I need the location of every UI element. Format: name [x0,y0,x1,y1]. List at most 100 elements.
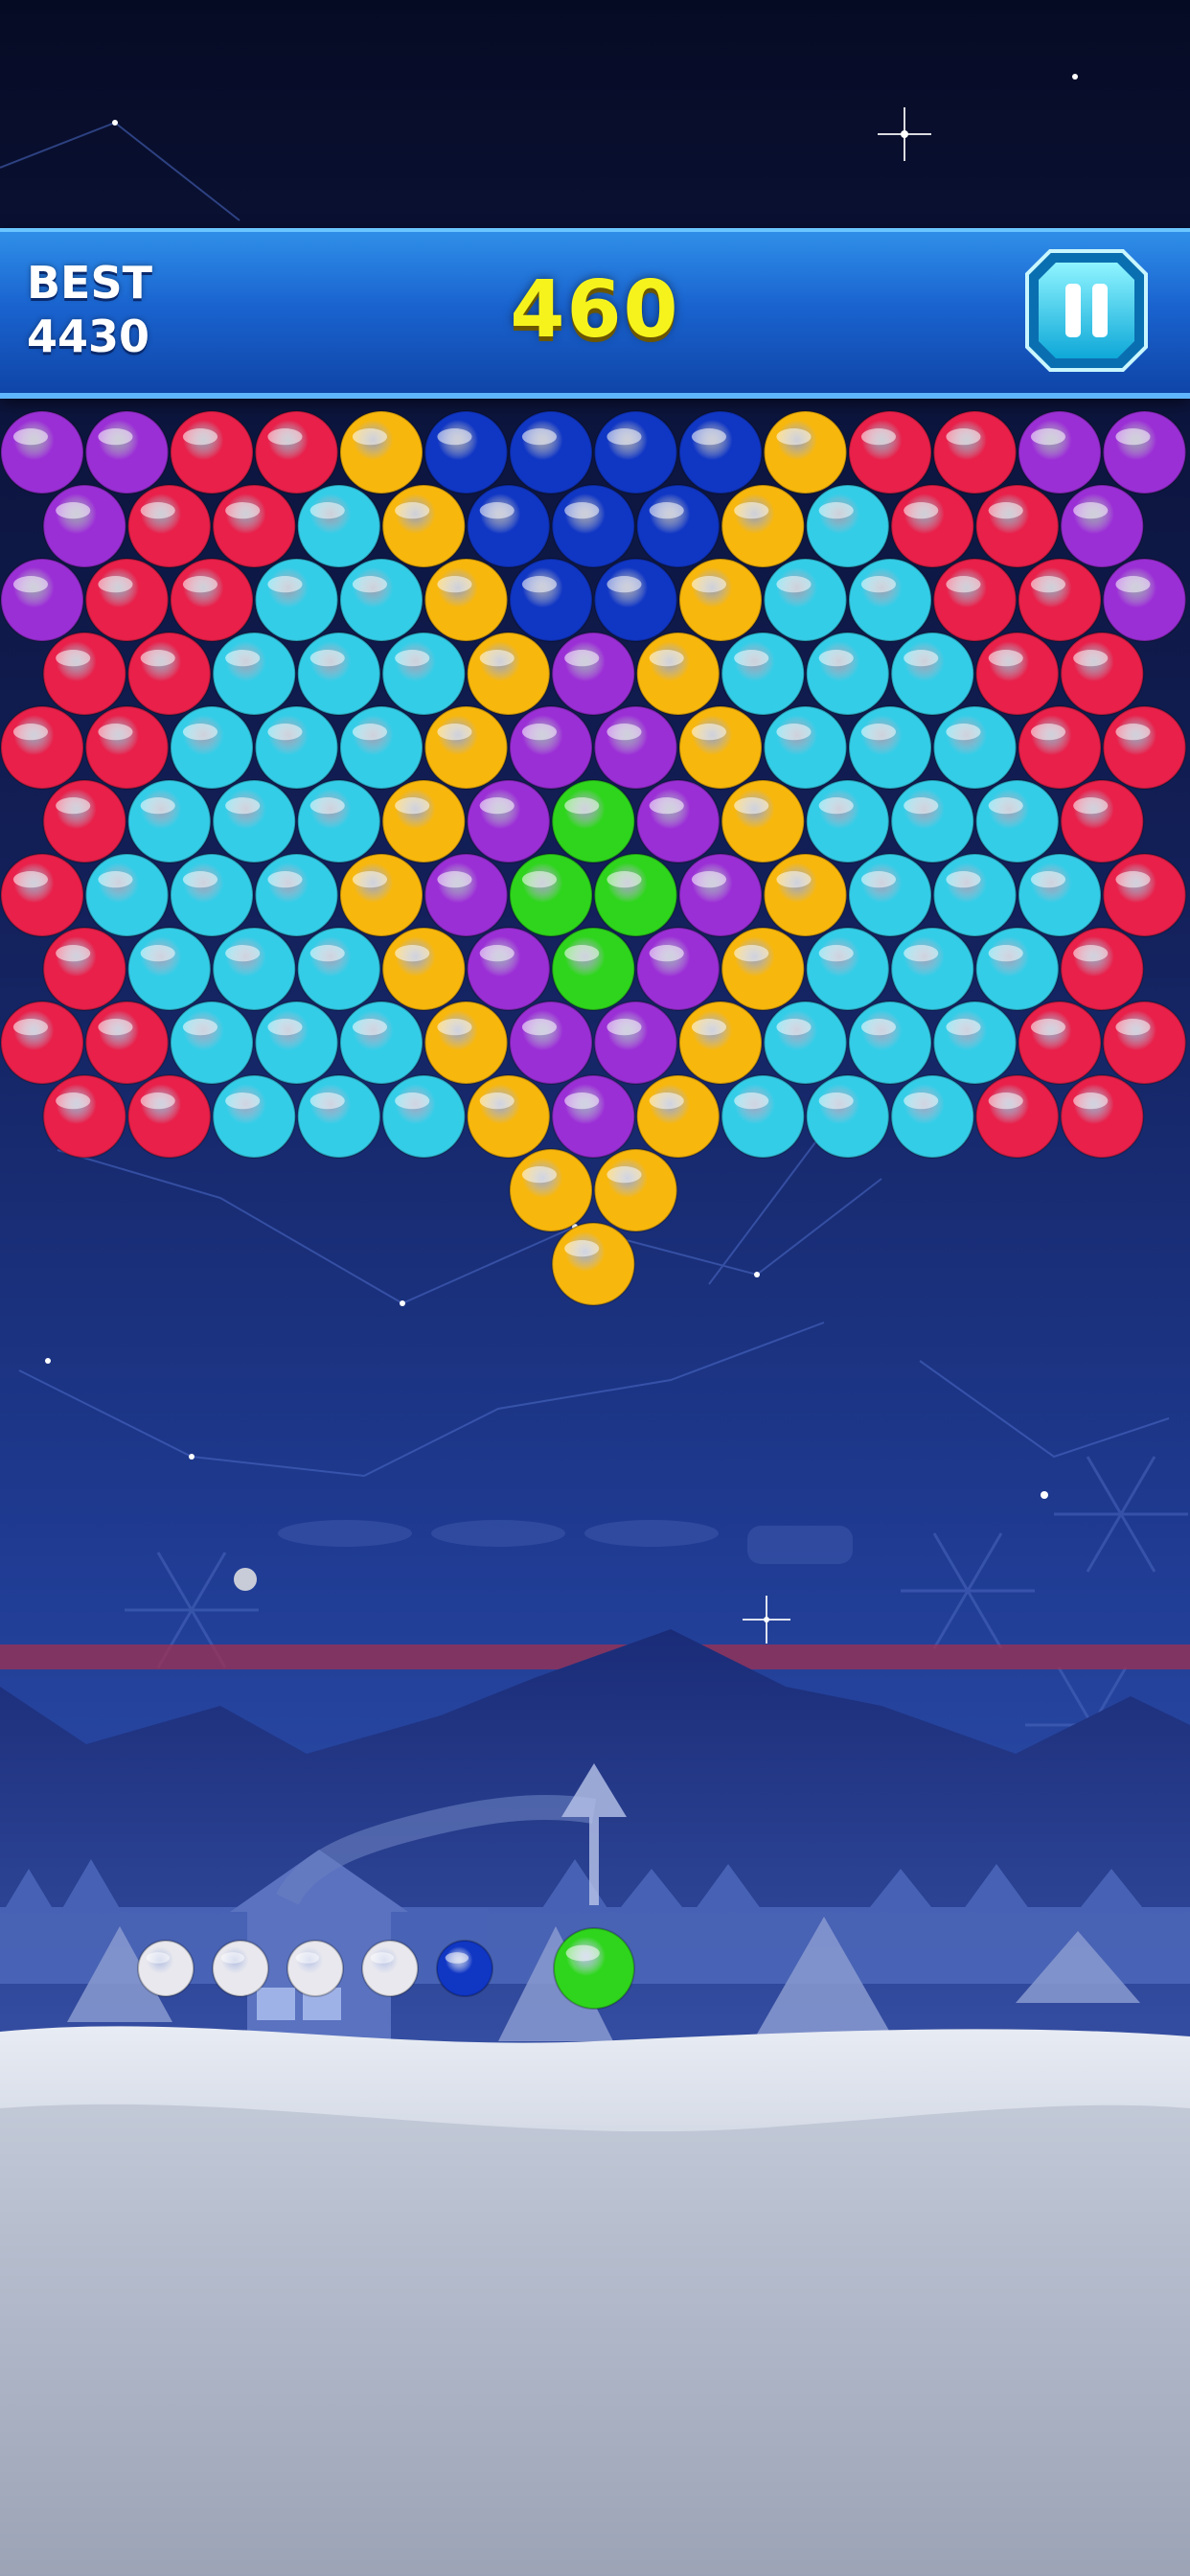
queue-bubble-white [137,1940,195,1997]
bubble-blue [551,484,636,568]
bubble-red [42,779,127,863]
bubble-red [1018,705,1102,790]
shooter-bubble[interactable] [553,1927,635,2010]
bubble-cyan [170,705,254,790]
bubble-cyan [296,1074,381,1159]
bubble-blue [635,484,721,568]
bubble-cyan [212,1074,297,1159]
bubble-cyan [381,1074,467,1159]
bubble-purple [0,558,84,642]
bubble-purple [42,484,127,568]
bubble-purple [509,1000,593,1085]
bubble-red [84,558,170,642]
bubble-cyan [212,927,297,1011]
bubble-yellow [678,558,763,642]
bubble-cyan [212,779,297,863]
bubble-blue [423,410,509,494]
bubble-purple [1018,410,1102,494]
bubble-cyan [254,1000,339,1085]
bubble-yellow [466,1074,551,1159]
bubble-yellow [721,927,806,1011]
bubble-blue [466,484,551,568]
bubble-cyan [296,779,381,863]
bubble-purple [84,410,170,494]
bubble-cyan [170,853,254,937]
pause-button[interactable] [1023,247,1150,374]
bubble-red [1060,1074,1145,1159]
bubble-red [126,632,212,716]
bubble-cyan [212,632,297,716]
bubble-red [1102,1000,1187,1085]
bubble-red [254,410,339,494]
bubble-cyan [890,779,975,863]
bubble-yellow [635,632,721,716]
bubble-cyan [805,927,890,1011]
bubble-cyan [254,853,339,937]
bubble-blue [593,410,678,494]
bubble-red [170,558,254,642]
bubble-red [126,1074,212,1159]
current-bubble-green [553,1927,635,2010]
bubble-yellow [678,1000,763,1085]
bubble-yellow [678,705,763,790]
bubble-yellow [423,558,509,642]
bubble-cyan [848,1000,932,1085]
bubble-red [0,705,84,790]
bubble-red [1102,853,1187,937]
bubble-cyan [805,632,890,716]
bubble-red [42,632,127,716]
bubble-purple [423,853,509,937]
bubble-red [848,410,932,494]
bubble-red [0,853,84,937]
bubble-cyan [890,632,975,716]
bubble-cyan [890,1074,975,1159]
bubble-purple [466,927,551,1011]
bubble-blue [593,558,678,642]
bubble-purple [0,410,84,494]
bubble-cyan [126,779,212,863]
bubble-red [974,1074,1060,1159]
bubble-yellow [763,410,848,494]
bubble-red [84,1000,170,1085]
bubble-red [932,410,1018,494]
bubble-cyan [296,927,381,1011]
bubble-yellow [466,632,551,716]
bubble-cyan [721,1074,806,1159]
bubble-blue [678,410,763,494]
bubble-purple [593,1000,678,1085]
bubble-yellow [593,1148,678,1232]
bubble-purple [593,705,678,790]
bubble-red [126,484,212,568]
bubble-green [509,853,593,937]
bubble-purple [635,779,721,863]
next-bubble-blue [436,1940,493,1997]
bubble-red [170,410,254,494]
bubble-green [551,927,636,1011]
bubble-yellow [721,779,806,863]
queue-bubble-white [361,1940,419,1997]
bubble-purple [635,927,721,1011]
bubble-red [84,705,170,790]
bubble-blue [509,558,593,642]
bubble-red [974,632,1060,716]
bubble-purple [678,853,763,937]
bubble-cyan [805,484,890,568]
queue-bubble-white [212,1940,269,1997]
current-score: 460 [510,264,680,356]
pause-icon [1025,249,1148,372]
bubble-cyan [339,1000,423,1085]
bubble-red [42,1074,127,1159]
bubble-red [1060,632,1145,716]
bubble-cyan [848,853,932,937]
bubble-cyan [805,1074,890,1159]
bubble-cyan [84,853,170,937]
bubble-cyan [339,705,423,790]
bubble-yellow [339,410,423,494]
bubble-cyan [170,1000,254,1085]
bubble-yellow [551,1222,636,1306]
bubble-yellow [339,853,423,937]
bubble-cyan [932,705,1018,790]
bubble-red [1018,558,1102,642]
bubble-cyan [254,705,339,790]
queue-bubble-white [286,1940,344,1997]
